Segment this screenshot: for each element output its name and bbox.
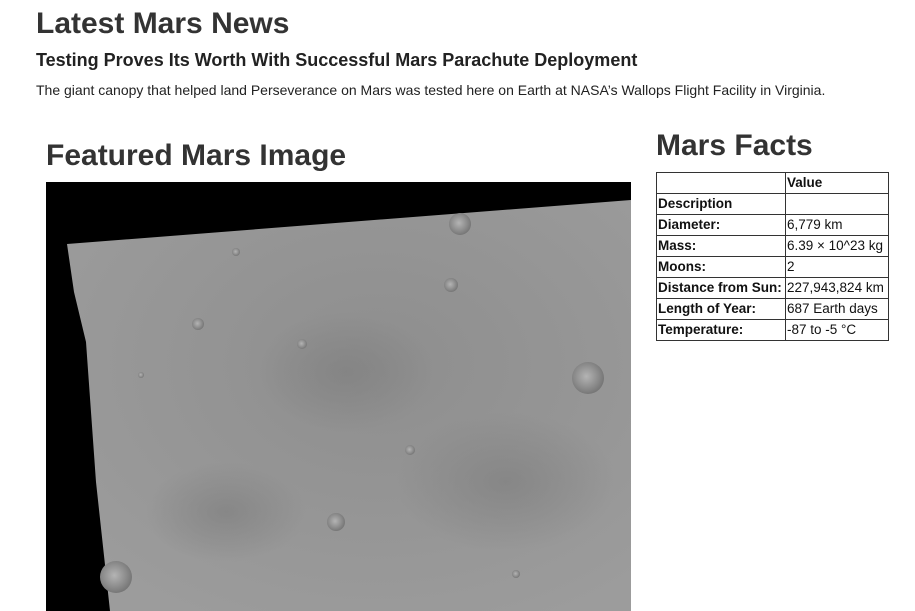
featured-mars-image[interactable]: [46, 182, 631, 611]
fact-label: Diameter:: [656, 214, 786, 236]
fact-value: 687 Earth days: [785, 298, 889, 320]
news-teaser: The giant canopy that helped land Persev…: [36, 82, 826, 98]
fact-label: Mass:: [656, 235, 786, 257]
fact-value: -87 to -5 °C: [785, 319, 889, 341]
table-description-label: Description: [656, 193, 786, 215]
mars-facts-table: Value Description Diameter: 6,779 km Mas…: [656, 172, 889, 341]
table-description-value: [785, 193, 889, 215]
featured-image-heading: Featured Mars Image: [46, 139, 347, 172]
fact-value: 6,779 km: [785, 214, 889, 236]
table-row: Mass: 6.39 × 10^23 kg: [656, 235, 889, 257]
table-header-row: Value: [656, 172, 889, 194]
news-heading: Latest Mars News: [36, 7, 290, 40]
fact-value: 6.39 × 10^23 kg: [785, 235, 889, 257]
news-title[interactable]: Testing Proves Its Worth With Successful…: [36, 49, 637, 71]
table-description-row: Description: [656, 193, 889, 215]
table-row: Length of Year: 687 Earth days: [656, 298, 889, 320]
fact-label: Distance from Sun:: [656, 277, 786, 299]
fact-label: Moons:: [656, 256, 786, 278]
fact-value: 227,943,824 km: [785, 277, 889, 299]
table-row: Moons: 2: [656, 256, 889, 278]
table-row: Temperature: -87 to -5 °C: [656, 319, 889, 341]
table-row: Distance from Sun: 227,943,824 km: [656, 277, 889, 299]
table-header-label: [656, 172, 786, 194]
table-header-value: Value: [785, 172, 889, 194]
table-row: Diameter: 6,779 km: [656, 214, 889, 236]
page: Latest Mars News Testing Proves Its Wort…: [0, 0, 915, 611]
fact-label: Temperature:: [656, 319, 786, 341]
fact-value: 2: [785, 256, 889, 278]
mars-facts-heading: Mars Facts: [656, 129, 813, 162]
fact-label: Length of Year:: [656, 298, 786, 320]
mars-surface-photo: [46, 182, 631, 611]
